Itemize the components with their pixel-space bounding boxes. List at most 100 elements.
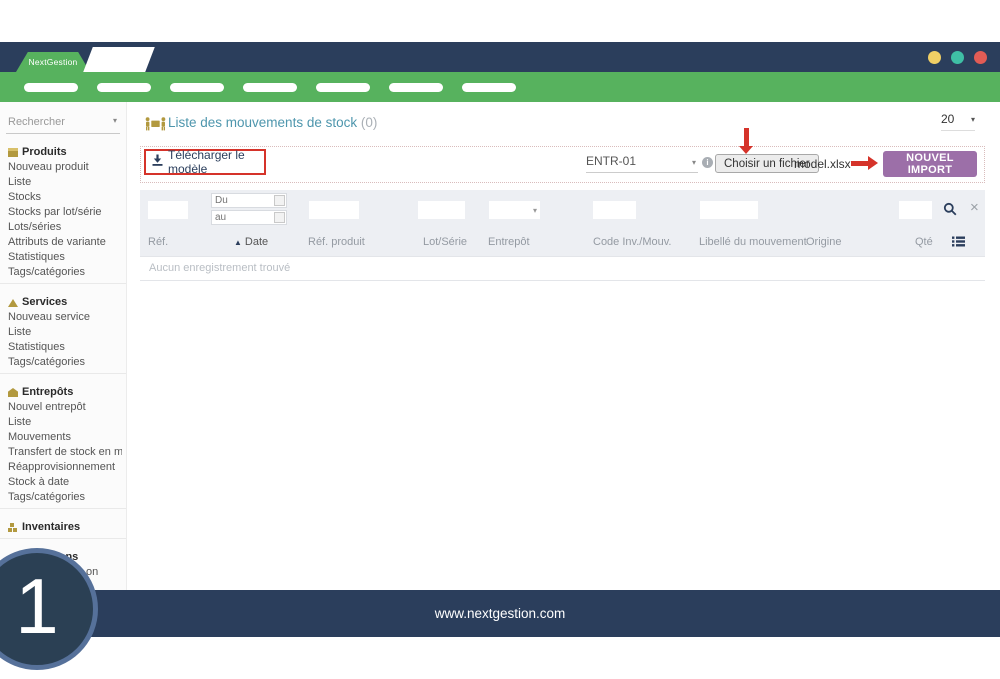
search-icon[interactable]: [943, 202, 957, 219]
sidebar-item[interactable]: Réapprovisionnement: [8, 460, 122, 475]
bell-icon: [8, 298, 18, 307]
nav-item-redacted[interactable]: [243, 83, 297, 92]
sort-asc-icon: ▲: [234, 238, 242, 247]
selected-file-name: model.xlsx: [794, 157, 851, 171]
sidebar-item[interactable]: Nouveau service: [8, 310, 122, 325]
nav-item-redacted[interactable]: [24, 83, 78, 92]
search-placeholder: Rechercher: [8, 116, 65, 128]
column-header[interactable]: Lot/Série: [423, 236, 467, 248]
filter-date-range: [211, 193, 287, 227]
filter-ref-input[interactable]: [148, 201, 188, 219]
column-header[interactable]: Entrepôt: [488, 236, 530, 248]
sidebar-item[interactable]: Mouvements: [8, 430, 122, 445]
warehouse-select[interactable]: ENTR-01 ▾: [586, 154, 698, 173]
download-template-label: Télécharger le modèle: [168, 148, 245, 176]
footer-url: www.nextgestion.com: [434, 606, 566, 621]
page-title: Liste des mouvements de stock (0): [168, 115, 377, 130]
filter-qty-input[interactable]: [899, 201, 932, 219]
sidebar-item[interactable]: Liste: [8, 415, 122, 430]
sidebar-search-select[interactable]: Rechercher ▾: [6, 114, 120, 134]
page-size-value: 20: [941, 112, 955, 126]
nav-item-redacted[interactable]: [389, 83, 443, 92]
sidebar-section: Entrepôts Nouvel entrepôt Liste Mouvements T…: [0, 385, 126, 509]
annotation-arrow-right-head: [868, 156, 878, 170]
record-count: (0): [360, 115, 378, 130]
redacted-tab: [83, 47, 155, 72]
nav-item-redacted[interactable]: [97, 83, 151, 92]
sidebar-section-title: Services: [8, 295, 122, 310]
download-icon: [152, 153, 163, 171]
annotation-arrow-right: [851, 161, 869, 166]
date-to-input[interactable]: [213, 211, 269, 223]
chevron-down-icon: ▾: [112, 116, 117, 125]
sidebar-section-title: Entrepôts: [8, 385, 122, 400]
app-window: NextGestion Rechercher ▾ Produits Nouveau…: [0, 0, 1000, 679]
column-header[interactable]: Libellé du mouvement: [699, 236, 807, 248]
sidebar-item[interactable]: Tags/catégories: [8, 265, 122, 280]
filter-date-to[interactable]: [211, 210, 287, 225]
download-template-button[interactable]: Télécharger le modèle: [144, 148, 266, 176]
package-icon: [8, 148, 18, 157]
calendar-icon[interactable]: [274, 212, 285, 223]
warehouse-icon: [8, 388, 18, 397]
sidebar-item[interactable]: Stock à date: [8, 475, 122, 490]
sidebar-item[interactable]: Transfert de stock en ma...: [8, 445, 122, 460]
sidebar: Rechercher ▾ Produits Nouveau produit List…: [0, 102, 127, 590]
new-import-button[interactable]: NOUVEL IMPORT: [883, 151, 977, 177]
column-header[interactable]: ▲ Date: [234, 236, 268, 248]
chevron-down-icon: ▾: [691, 158, 696, 167]
sidebar-item[interactable]: Liste: [8, 175, 122, 190]
nav-item-redacted[interactable]: [316, 83, 370, 92]
sidebar-sections: Produits Nouveau produit Liste Stocks Stocks…: [0, 145, 126, 583]
sidebar-item[interactable]: Nouvel entrepôt: [8, 400, 122, 415]
warehouse-select-value: ENTR-01: [586, 154, 637, 168]
filter-code-input[interactable]: [593, 201, 636, 219]
status-dot-red: [974, 51, 987, 64]
column-header[interactable]: Code Inv./Mouv.: [593, 236, 671, 248]
sidebar-item[interactable]: Stocks par lot/série: [8, 205, 122, 220]
status-dot-yellow: [928, 51, 941, 64]
sidebar-item[interactable]: Statistiques: [8, 250, 122, 265]
sidebar-item[interactable]: Liste: [8, 325, 122, 340]
sidebar-item[interactable]: Tags/catégories: [8, 355, 122, 370]
info-icon[interactable]: i: [702, 157, 713, 168]
annotation-step-number: 1: [15, 562, 59, 650]
clear-filters-icon[interactable]: ×: [964, 198, 985, 217]
filter-date-from[interactable]: [211, 193, 287, 208]
chevron-down-icon: ▾: [532, 206, 537, 215]
nav-item-redacted[interactable]: [462, 83, 516, 92]
table-filter-header: ▾ × Réf. ▲Date Réf. produit Lot/Série Entrep…: [140, 190, 985, 256]
sidebar-item[interactable]: Nouveau produit: [8, 160, 122, 175]
filter-label-input[interactable]: [700, 201, 758, 219]
nav-item-redacted[interactable]: [170, 83, 224, 92]
sidebar-section: Produits Nouveau produit Liste Stocks Stocks…: [0, 145, 126, 284]
sidebar-section-title: Inventaires: [8, 520, 122, 535]
filter-warehouse-select[interactable]: ▾: [489, 201, 540, 219]
inventory-icon: [8, 523, 18, 532]
status-dot-teal: [951, 51, 964, 64]
sidebar-item[interactable]: Attributs de variante: [8, 235, 122, 250]
top-bar: NextGestion: [0, 42, 1000, 72]
column-header[interactable]: Réf. produit: [308, 236, 365, 248]
sidebar-item[interactable]: Statistiques: [8, 340, 122, 355]
filter-lot-input[interactable]: [418, 201, 465, 219]
sidebar-item[interactable]: Stocks: [8, 190, 122, 205]
empty-state-message: Aucun enregistrement trouvé: [140, 256, 985, 281]
sidebar-item[interactable]: Lots/séries: [8, 220, 122, 235]
column-header[interactable]: Qté: [915, 236, 933, 248]
sidebar-section: Inventaires: [0, 520, 126, 539]
annotation-arrow-down: [744, 128, 749, 147]
sidebar-item[interactable]: Tags/catégories: [8, 490, 122, 505]
chevron-down-icon: ▾: [970, 115, 975, 124]
filter-product-ref-input[interactable]: [309, 201, 359, 219]
column-header[interactable]: Origine: [806, 236, 841, 248]
page-size-select[interactable]: 20 ▾: [941, 112, 975, 131]
calendar-icon[interactable]: [274, 195, 285, 206]
date-from-input[interactable]: [213, 194, 269, 206]
column-settings-icon[interactable]: [952, 234, 965, 252]
sidebar-section-title: Produits: [8, 145, 122, 160]
movers-icon: [145, 117, 166, 136]
brand-tab[interactable]: NextGestion: [16, 52, 90, 72]
column-header[interactable]: Réf.: [148, 236, 168, 248]
footer-bar: www.nextgestion.com: [0, 590, 1000, 637]
